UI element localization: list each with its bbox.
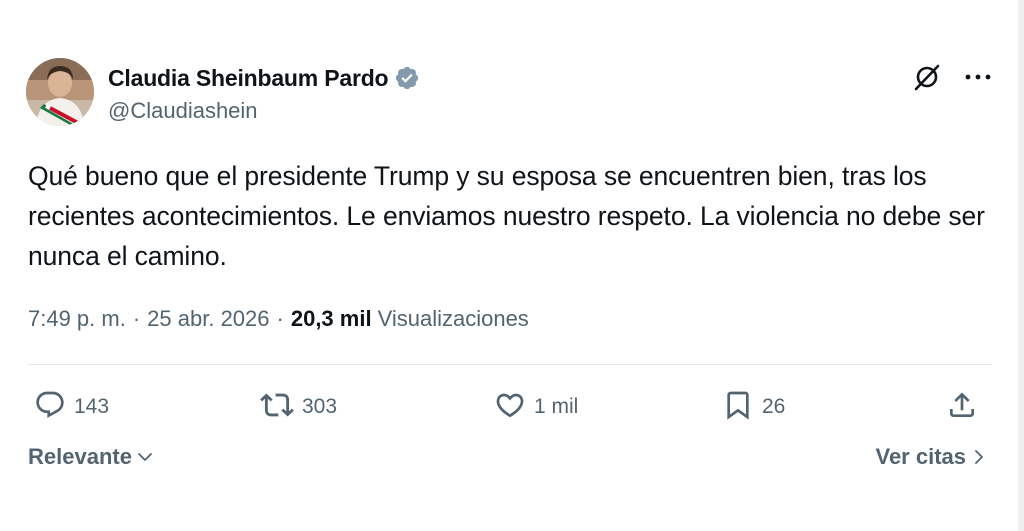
- repost-button[interactable]: 303: [260, 389, 337, 425]
- replies-toolbar: Relevante Ver citas: [28, 444, 988, 476]
- verified-badge-icon: [394, 65, 420, 91]
- quotes-label: Ver citas: [875, 444, 966, 469]
- reply-count: 143: [74, 395, 110, 418]
- grok-icon[interactable]: [912, 62, 942, 92]
- sort-dropdown[interactable]: Relevante: [28, 444, 154, 470]
- sort-label: Relevante: [28, 444, 132, 469]
- tweet-date[interactable]: 25 abr. 2026: [147, 306, 269, 332]
- bookmark-icon: [722, 389, 754, 426]
- more-icon[interactable]: [964, 72, 992, 82]
- bookmark-button[interactable]: 26: [722, 389, 785, 425]
- author-row: Claudia Sheinbaum Pardo: [108, 62, 420, 94]
- views-count: 20,3 mil: [290, 306, 372, 331]
- tweet-text: Qué bueno que el presidente Trump y su e…: [28, 161, 985, 271]
- meta-separator: ·: [132, 306, 141, 331]
- view-quotes-link[interactable]: Ver citas: [875, 444, 988, 470]
- action-bar: 143 303 1 mil 26: [34, 389, 984, 425]
- avatar-image: [26, 58, 94, 126]
- share-button[interactable]: [946, 389, 978, 425]
- avatar[interactable]: [26, 58, 94, 126]
- user-handle[interactable]: @Claudiashein: [108, 98, 258, 124]
- like-count: 1 mil: [534, 395, 579, 418]
- header-actions: [912, 62, 992, 92]
- heart-icon: [494, 389, 526, 426]
- reply-button[interactable]: 143: [34, 389, 109, 425]
- chevron-down-icon: [136, 448, 154, 466]
- share-icon: [946, 389, 978, 426]
- repost-icon: [260, 388, 294, 427]
- meta-separator: ·: [276, 306, 284, 331]
- tweet-time[interactable]: 7:49 p. m.: [28, 306, 126, 332]
- views-label: Visualizaciones: [377, 306, 529, 331]
- like-button[interactable]: 1 mil: [494, 389, 578, 425]
- tweet-card: Claudia Sheinbaum Pardo @Claudiashein Qu…: [0, 0, 1024, 531]
- tweet-meta: 7:49 p. m. · 25 abr. 2026 · 20,3 mil Vis…: [28, 306, 529, 332]
- divider: [28, 364, 992, 365]
- window-edge: [1018, 0, 1024, 531]
- bookmark-count: 26: [762, 395, 786, 418]
- reply-icon: [34, 389, 66, 426]
- display-name[interactable]: Claudia Sheinbaum Pardo: [108, 65, 389, 92]
- chevron-right-icon: [970, 448, 988, 466]
- repost-count: 303: [302, 395, 338, 418]
